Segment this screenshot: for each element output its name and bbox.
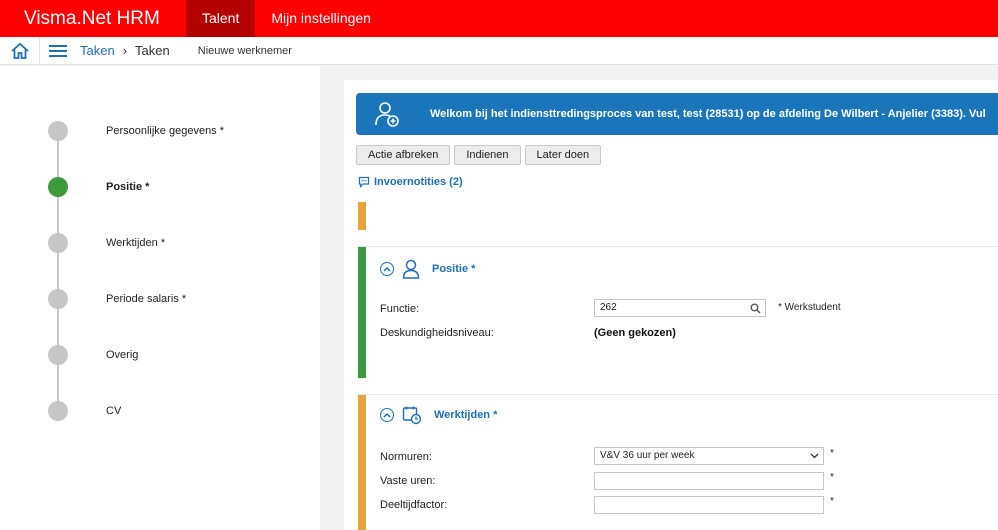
deskundigheidsniveau-label: Deskundigheidsniveau: [380,327,494,339]
comment-icon [358,176,370,188]
step-dot [48,401,68,421]
required-mark: * [830,472,834,483]
section-color-bar [358,395,366,530]
person-icon [402,259,420,279]
home-button[interactable] [0,36,40,65]
section-positie: Positie * Functie: 262 * Werkstudent Des… [358,246,998,378]
nav-tab-mijn-instellingen[interactable]: Mijn instellingen [255,0,387,37]
step-label: CV [106,405,122,417]
collapse-button[interactable] [380,262,394,276]
normuren-value: V&V 36 uur per week [600,450,695,461]
input-notes-label: Invoernotities (2) [374,176,463,188]
page-subtitle: Nieuwe werknemer [197,44,292,57]
app-title[interactable]: Visma.Net HRM [0,0,186,37]
normuren-select[interactable]: V&V 36 uur per week [594,447,824,465]
nav-tab-talent[interactable]: Talent [186,0,256,37]
section-header: Werktijden * [380,405,497,425]
step-cv[interactable]: CV [48,400,308,422]
step-dot-active [48,177,68,197]
deskundigheidsniveau-value: (Geen gekozen) [594,327,676,339]
step-label: Persoonlijke gegevens * [106,125,225,137]
chevron-up-icon [383,266,391,272]
step-dot [48,121,68,141]
normuren-label: Normuren: [380,451,432,463]
step-dot [48,233,68,253]
functie-search-field[interactable]: 262 [594,299,766,317]
deeltijdfactor-input[interactable] [594,496,824,514]
input-notes-link[interactable]: Invoernotities (2) [358,176,463,188]
search-icon[interactable] [750,303,761,314]
menu-button[interactable] [40,37,76,65]
section-color-bar [358,247,366,378]
home-icon [10,42,29,59]
action-buttons: Actie afbreken Indienen Later doen [356,145,602,165]
cancel-action-button[interactable]: Actie afbreken [356,145,451,165]
required-mark: * [830,496,834,507]
required-mark: * [830,448,834,459]
step-label: Periode salaris * [106,293,187,305]
step-positie[interactable]: Positie * [48,176,308,198]
section-werktijden: Werktijden * Normuren: V&V 36 uur per we… [358,394,998,530]
chevron-up-icon [383,412,391,418]
deeltijdfactor-label: Deeltijdfactor: [380,499,448,511]
welcome-message: Welkom bij het indiensttredingsproces va… [430,108,986,120]
breadcrumb-separator: › [122,43,128,58]
chevron-down-icon [810,453,819,459]
step-persoonlijke-gegevens[interactable]: Persoonlijke gegevens * [48,120,308,142]
breadcrumb-taken-link[interactable]: Taken [80,43,115,58]
submit-button[interactable]: Indienen [454,145,521,165]
hamburger-icon [49,44,67,57]
vaste-uren-input[interactable] [594,472,824,490]
step-dot [48,345,68,365]
add-person-icon [356,100,418,128]
step-dot [48,289,68,309]
calendar-clock-icon [402,406,422,425]
section-title: Positie * [432,263,476,275]
stepper-line [57,130,59,410]
do-later-button[interactable]: Later doen [524,145,602,165]
step-werktijden[interactable]: Werktijden * [48,232,308,254]
step-overig[interactable]: Overig [48,344,308,366]
step-label: Overig [106,349,139,361]
step-label: Positie * [106,181,150,193]
step-periode-salaris[interactable]: Periode salaris * [48,288,308,310]
process-stepper: Persoonlijke gegevens * Positie * Werkti… [0,66,320,530]
collapse-button[interactable] [380,408,394,422]
breadcrumb-current: Taken [135,43,170,58]
functie-value: 262 [600,302,617,313]
main-content: Welkom bij het indiensttredingsproces va… [344,80,998,530]
step-label: Werktijden * [106,237,166,249]
section-header: Positie * [380,259,475,279]
vaste-uren-label: Vaste uren: [380,475,436,487]
functie-label: Functie: [380,303,420,315]
breadcrumb-bar: Taken › Taken Nieuwe werknemer [0,36,998,65]
functie-description: * Werkstudent [778,302,841,313]
top-navigation-bar: Visma.Net HRM Talent Mijn instellingen [0,0,998,37]
section-title: Werktijden * [434,409,498,421]
welcome-banner: Welkom bij het indiensttredingsproces va… [356,93,998,135]
status-indicator-bar [358,202,366,230]
